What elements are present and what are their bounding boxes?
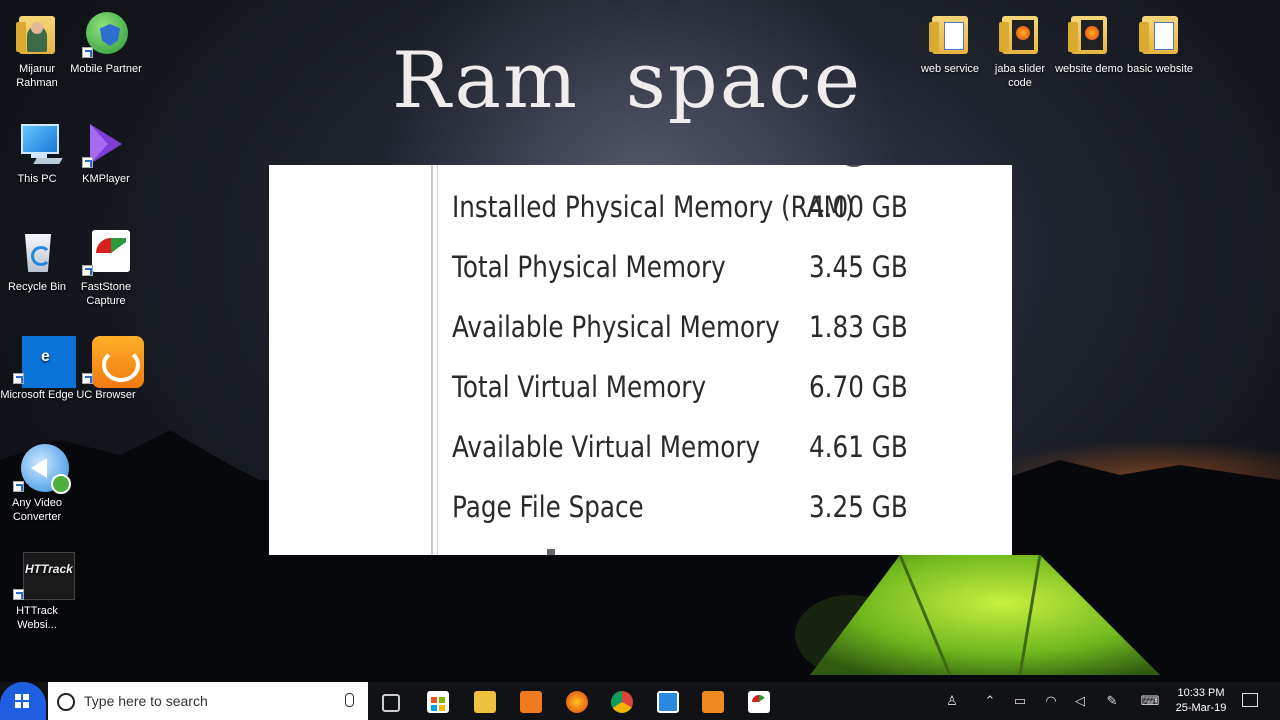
desktop-icon-kmplayer[interactable]: KMPlayer <box>69 120 143 186</box>
file-explorer-icon[interactable] <box>474 691 496 713</box>
icon-label: FastStone Capture <box>80 281 132 307</box>
memory-row: Total Physical Memory 3.45 GB <box>452 250 908 290</box>
brackets-icon[interactable] <box>657 691 679 713</box>
wifi-icon[interactable]: ◠ <box>1044 694 1058 708</box>
clock-date: 25-Mar-19 <box>1175 702 1227 714</box>
icon-label: HTTrack Websi... <box>16 605 58 631</box>
cropped-text-fragment <box>547 549 555 555</box>
desktop-icon-website-demo[interactable]: website demo <box>1052 10 1126 76</box>
windows-logo-icon <box>15 694 29 708</box>
desktop-icon-httrack[interactable]: HTTrack HTTrack Websi... <box>0 552 75 632</box>
uc-browser-taskbar-icon[interactable] <box>702 691 724 713</box>
cortana-icon <box>57 693 75 711</box>
taskbar-clock[interactable]: 10:33 PM 25-Mar-19 <box>1166 686 1236 716</box>
icon-label: Any Video Converter <box>12 497 62 523</box>
icon-label: Mobile Partner <box>70 63 142 75</box>
desktop-icon-this-pc[interactable]: This PC <box>0 120 74 186</box>
glowing-tent <box>795 555 1160 676</box>
notification-icon[interactable] <box>1242 693 1258 707</box>
memory-value: 4.61 GB <box>809 430 908 464</box>
chevron-up-icon[interactable]: ⌃ <box>983 694 997 708</box>
start-button[interactable] <box>0 682 46 720</box>
desktop-icon-faststone-capture[interactable]: FastStone Capture <box>69 228 143 308</box>
httrack-logo: HTTrack <box>25 562 73 576</box>
store-icon[interactable] <box>427 691 449 713</box>
memory-row: Installed Physical Memory (RAM) 4.00 GB <box>452 190 908 230</box>
memory-row: Page File Space 3.25 GB <box>452 490 908 530</box>
desktop-icon-jaba-slider-code[interactable]: jaba slider code <box>983 10 1057 90</box>
search-placeholder: Type here to search <box>84 693 208 709</box>
memory-value: 1.83 GB <box>809 310 908 344</box>
desktop-icon-basic-website[interactable]: basic website <box>1123 10 1197 76</box>
memory-value: 3.25 GB <box>809 490 908 524</box>
memory-row: Total Virtual Memory 6.70 GB <box>452 370 908 410</box>
memory-value: 3.45 GB <box>809 250 908 284</box>
keyboard-icon[interactable]: ⌨ <box>1140 694 1160 708</box>
desktop-icon-uc-browser[interactable]: UC Browser <box>69 336 144 402</box>
memory-value: 4.00 GB <box>809 190 908 224</box>
memory-value: 6.70 GB <box>809 370 908 404</box>
memory-label: Available Physical Memory <box>452 310 780 344</box>
task-view-icon[interactable] <box>382 694 400 712</box>
memory-label: Page File Space <box>452 490 644 524</box>
icon-label: website demo <box>1055 63 1123 75</box>
memory-label: Total Virtual Memory <box>452 370 707 404</box>
icon-label: Microsoft Edge <box>0 389 74 401</box>
desktop-icon-web-service[interactable]: web service <box>913 10 987 76</box>
chrome-icon[interactable] <box>611 691 633 713</box>
memory-row: Available Physical Memory 1.83 GB <box>452 310 908 350</box>
memory-label: Available Virtual Memory <box>452 430 761 464</box>
memory-label: Installed Physical Memory (RAM) <box>452 190 855 224</box>
people-icon[interactable]: ♙ <box>945 694 959 708</box>
taskbar-search-box[interactable]: Type here to search <box>48 682 368 720</box>
icon-label: web service <box>920 63 980 75</box>
memory-info-panel: Installed Physical Memory (RAM) 4.00 GB … <box>269 165 1012 555</box>
icon-label: Recycle Bin <box>7 281 67 293</box>
memory-label: Total Physical Memory <box>452 250 726 284</box>
taskbar: Type here to search ♙ ⌃ ▭ ◠ ◁ ✎ ⌨ 10:33 … <box>0 682 1280 720</box>
icon-label: Mijanur Rahman <box>16 63 58 89</box>
faststone-taskbar-icon[interactable] <box>748 691 770 713</box>
memory-row: Available Virtual Memory 4.61 GB <box>452 430 908 470</box>
xampp-icon[interactable] <box>520 691 542 713</box>
desktop-icon-microsoft-edge[interactable]: e Microsoft Edge <box>0 336 76 402</box>
icon-label: KMPlayer <box>82 173 130 185</box>
desktop-icon-recycle-bin[interactable]: Recycle Bin <box>0 228 74 294</box>
clock-time: 10:33 PM <box>1177 687 1225 699</box>
volume-icon[interactable]: ◁ <box>1073 694 1087 708</box>
battery-icon[interactable]: ▭ <box>1013 694 1027 708</box>
desktop-icon-user-folder[interactable]: Mijanur Rahman <box>0 10 74 90</box>
icon-label: UC Browser <box>76 389 136 401</box>
desktop-icon-any-video-converter[interactable]: Any Video Converter <box>0 444 74 524</box>
panel-divider <box>437 165 438 555</box>
microphone-icon[interactable] <box>345 693 354 707</box>
desktop-icon-mobile-partner[interactable]: Mobile Partner <box>69 10 143 76</box>
video-title-overlay: Ram space <box>392 36 863 126</box>
icon-label: This PC <box>17 173 57 185</box>
icon-label: basic website <box>1126 63 1194 75</box>
panel-divider <box>431 165 433 555</box>
firefox-icon[interactable] <box>566 691 588 713</box>
pen-icon[interactable]: ✎ <box>1105 694 1119 708</box>
icon-label: jaba slider code <box>994 63 1046 89</box>
cropped-text-fragment <box>844 165 864 167</box>
